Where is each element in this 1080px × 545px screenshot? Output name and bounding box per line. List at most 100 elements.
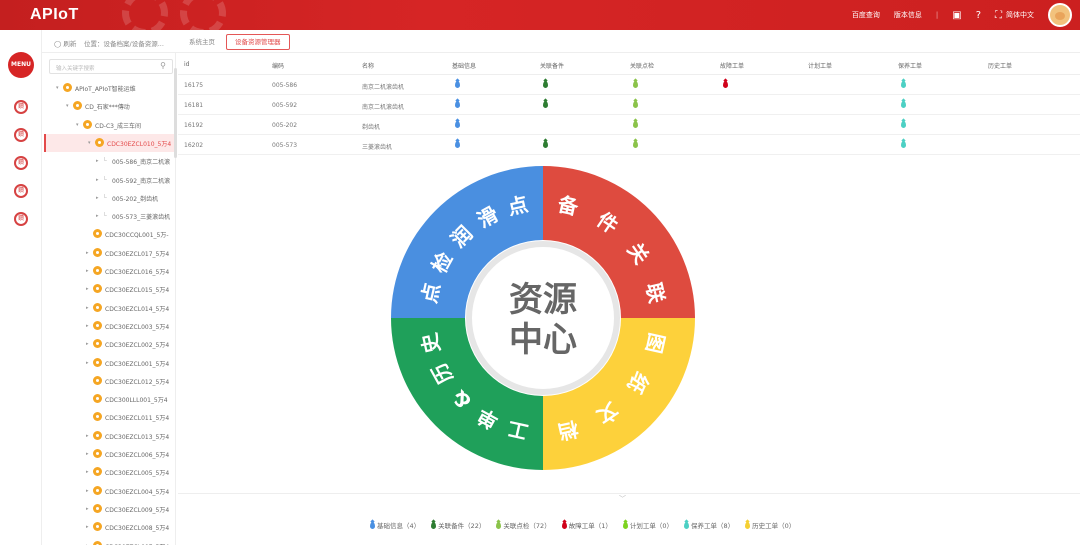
parts-drop-icon[interactable]: [543, 81, 548, 88]
refresh-button[interactable]: ◯ 刷新: [54, 38, 76, 48]
basic-drop-icon[interactable]: [455, 101, 460, 108]
caret-down-icon[interactable]: ▾: [66, 103, 69, 109]
legend-history[interactable]: 历史工单（0）: [745, 520, 795, 530]
tree-node[interactable]: ▾ CDC30EZCL010_5万4: [44, 133, 175, 152]
tree-leaf-item[interactable]: ▸ L 005-202_剃齿机: [44, 189, 175, 207]
legend-fault[interactable]: 故障工单（1）: [561, 520, 612, 530]
tree-node[interactable]: ▸ CDC30EZCL014_5万4: [44, 299, 175, 317]
caret-right-icon[interactable]: ▸: [86, 469, 89, 475]
caret-right-icon[interactable]: ▸: [86, 305, 89, 311]
version-info-link[interactable]: 版本信息: [894, 10, 922, 20]
nav-module-icon[interactable]: 鑽: [14, 212, 28, 226]
caret-right-icon[interactable]: ▸: [86, 488, 89, 494]
caret-right-icon[interactable]: ▸: [86, 268, 89, 274]
column-header[interactable]: 历史工单: [988, 61, 1012, 70]
tree-leaf-item[interactable]: ▸ L 005-586_南京二机滚: [44, 152, 175, 170]
column-header[interactable]: 编码: [272, 61, 284, 70]
tree-node[interactable]: ▸ CDC30EZCL009_5万4: [44, 500, 175, 518]
legend-parts[interactable]: 关联备件（22）: [431, 520, 485, 530]
tree-node[interactable]: ▸ CDC30EZCL004_5万4: [44, 482, 175, 500]
table-row[interactable]: 16192 005-202 剃齿机: [178, 115, 1080, 135]
column-header[interactable]: id: [184, 61, 189, 68]
tree-node[interactable]: CDC30EZCL012_5万4: [44, 372, 175, 390]
column-header[interactable]: 关联备件: [540, 61, 564, 70]
tree-node[interactable]: ▸ CDC30EZCL013_5万4: [44, 427, 175, 445]
tree-node[interactable]: ▾ CD_石家***傳动: [44, 97, 175, 115]
tree-node[interactable]: ▸ CDC30EZCL006_5万4: [44, 445, 175, 463]
tree-scrollbar[interactable]: [174, 68, 177, 158]
table-row[interactable]: 16202 005-573 三菱滚齿机: [178, 135, 1080, 155]
nav-module-icon[interactable]: 鑽: [14, 100, 28, 114]
fault-drop-icon[interactable]: [723, 81, 728, 88]
nav-module-icon[interactable]: 鑽: [14, 184, 28, 198]
column-header[interactable]: 名称: [362, 61, 374, 70]
caret-right-icon[interactable]: ▸: [96, 213, 99, 219]
tree-node[interactable]: ▸ CDC30EZCL005_5万4: [44, 463, 175, 481]
search-input[interactable]: 输入关键字搜索 ⚲: [49, 59, 173, 74]
tree-node[interactable]: ▾ CD-C3_成三车间: [44, 116, 175, 134]
legend-maint[interactable]: 保养工单（8）: [683, 520, 734, 530]
nav-module-icon[interactable]: 鑽: [14, 156, 28, 170]
tree-leaf-item[interactable]: ▸ L 005-592_南京二机滚: [44, 171, 175, 189]
save-icon[interactable]: ▣: [952, 10, 961, 21]
parts-drop-icon[interactable]: [543, 141, 548, 148]
maint-drop-icon[interactable]: [901, 81, 906, 88]
caret-right-icon[interactable]: ▸: [96, 195, 99, 201]
collapse-chevron-icon[interactable]: ﹀: [619, 494, 626, 504]
column-header[interactable]: 故障工单: [720, 61, 744, 70]
tree-node[interactable]: ▸ CDC30EZCL015_5万4: [44, 280, 175, 298]
tree-node[interactable]: ▸ CDC30EZCL001_5万4: [44, 354, 175, 372]
tree-node[interactable]: CDC30CCQL001_5万-: [44, 225, 175, 243]
tree-node[interactable]: ▸ CDC30EZCL003_5万4: [44, 317, 175, 335]
caret-right-icon[interactable]: ▸: [86, 323, 89, 329]
basic-drop-icon[interactable]: [455, 141, 460, 148]
caret-right-icon[interactable]: ▸: [86, 524, 89, 530]
legend-inspect[interactable]: 关联点检（72）: [496, 520, 551, 530]
tree-node[interactable]: CDC300LLL001_5万4: [44, 390, 175, 408]
column-header[interactable]: 基础信息: [452, 61, 476, 70]
parts-drop-icon[interactable]: [543, 101, 548, 108]
legend-plan[interactable]: 计划工单（0）: [622, 520, 673, 530]
legend-basic[interactable]: 基础信息（4）: [370, 520, 420, 530]
avatar[interactable]: [1048, 3, 1072, 27]
tree-node[interactable]: CDC30EZCL011_5万4: [44, 408, 175, 426]
table-row[interactable]: 16181 005-592 南京二机滚齿机: [178, 95, 1080, 115]
help-icon[interactable]: ?: [976, 10, 981, 21]
inspect-drop-icon[interactable]: [633, 141, 638, 148]
caret-right-icon[interactable]: ▸: [86, 506, 89, 512]
basic-drop-icon[interactable]: [455, 81, 460, 88]
inspect-drop-icon[interactable]: [633, 121, 638, 128]
baidu-query-link[interactable]: 百度查询: [852, 10, 880, 20]
maint-drop-icon[interactable]: [901, 141, 906, 148]
column-header[interactable]: 计划工单: [808, 61, 832, 70]
tree-node[interactable]: ▸ CDC30EZCL002_5万4: [44, 335, 175, 353]
tree-node[interactable]: ▸CDC30EZCL007_5万4: [44, 537, 175, 545]
search-icon[interactable]: ⚲: [160, 61, 166, 70]
caret-right-icon[interactable]: ▸: [86, 250, 89, 256]
caret-right-icon[interactable]: ▸: [96, 158, 99, 164]
tree-node[interactable]: ▸ CDC30EZCL008_5万4: [44, 518, 175, 536]
tab-home[interactable]: 系统主页: [180, 34, 224, 50]
menu-button[interactable]: MENU: [8, 52, 34, 78]
caret-right-icon[interactable]: ▸: [86, 451, 89, 457]
nav-module-icon[interactable]: 鑽: [14, 128, 28, 142]
column-header[interactable]: 关联点检: [630, 61, 654, 70]
caret-right-icon[interactable]: ▸: [86, 286, 89, 292]
caret-right-icon[interactable]: ▸: [86, 341, 89, 347]
tree-node[interactable]: ▸ CDC30EZCL016_5万4: [44, 262, 175, 280]
tree-leaf-item[interactable]: ▸ L 005-573_三菱滚齿机: [44, 207, 175, 225]
caret-right-icon[interactable]: ▸: [86, 433, 89, 439]
column-header[interactable]: 保养工单: [898, 61, 922, 70]
tree-node[interactable]: ▾ APIoT_APIoT智能运维: [44, 79, 175, 97]
basic-drop-icon[interactable]: [455, 121, 460, 128]
tab-equipment-resource-manager[interactable]: 设备资源管理器: [226, 34, 290, 50]
table-row[interactable]: 16175 005-586 南京二机滚齿机: [178, 75, 1080, 95]
language-switch[interactable]: 简体中文: [1006, 10, 1034, 20]
maint-drop-icon[interactable]: [901, 101, 906, 108]
caret-down-icon[interactable]: ▾: [76, 122, 79, 128]
fullscreen-icon[interactable]: ⛶: [995, 10, 1002, 21]
tree-node[interactable]: ▸ CDC30EZCL017_5万4: [44, 244, 175, 262]
caret-right-icon[interactable]: ▸: [96, 177, 99, 183]
caret-down-icon[interactable]: ▾: [88, 140, 91, 146]
inspect-drop-icon[interactable]: [633, 101, 638, 108]
